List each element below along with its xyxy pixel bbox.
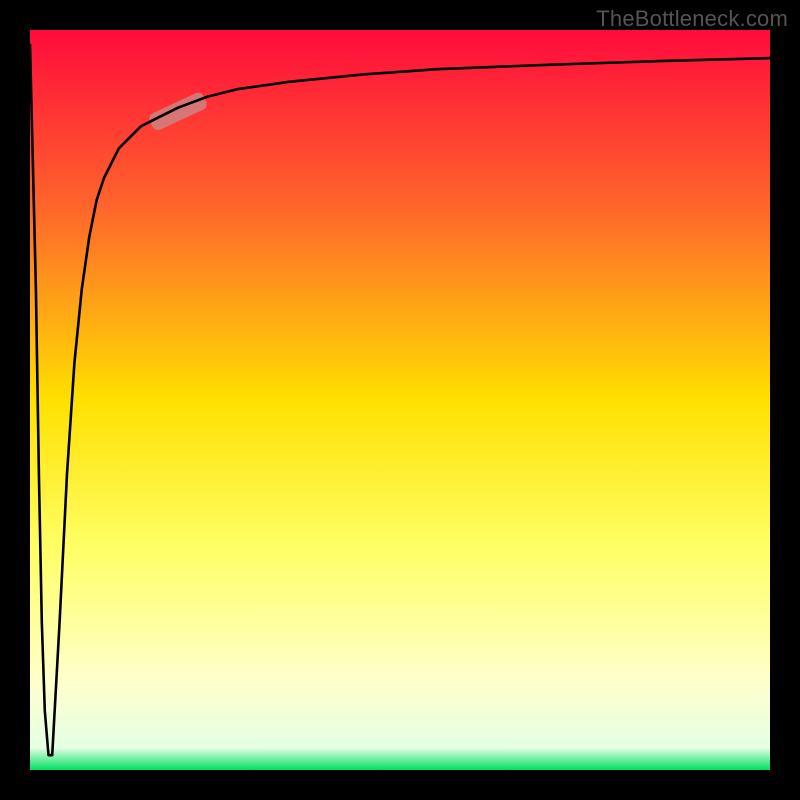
chart-svg bbox=[30, 30, 770, 770]
watermark-text: TheBottleneck.com bbox=[596, 6, 788, 32]
plot-area bbox=[30, 30, 770, 770]
gradient-background bbox=[30, 30, 770, 770]
chart-container: TheBottleneck.com bbox=[0, 0, 800, 800]
